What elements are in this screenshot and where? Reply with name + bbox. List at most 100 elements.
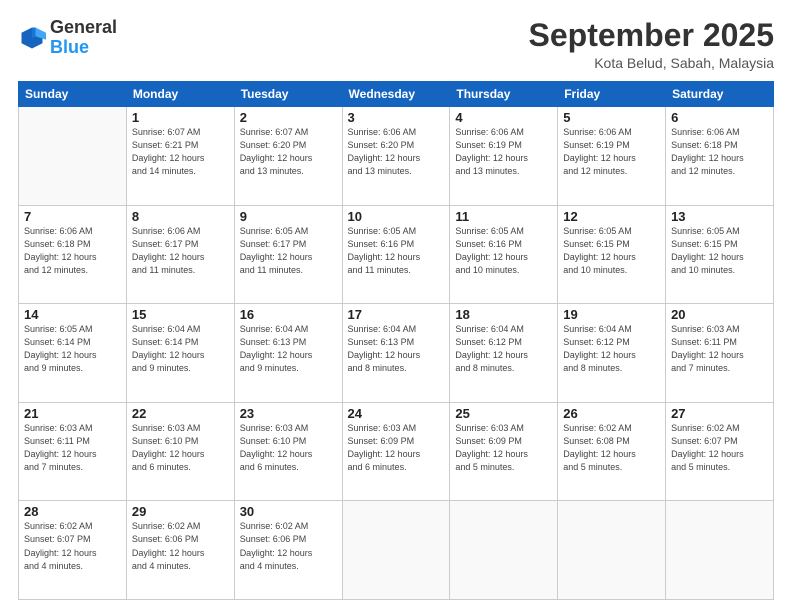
day-number: 19 xyxy=(563,307,660,322)
col-monday: Monday xyxy=(126,82,234,107)
day-info: Sunrise: 6:06 AM Sunset: 6:18 PM Dayligh… xyxy=(671,126,768,178)
logo: General Blue xyxy=(18,18,117,58)
calendar-week-4: 21Sunrise: 6:03 AM Sunset: 6:11 PM Dayli… xyxy=(19,402,774,501)
calendar-cell: 21Sunrise: 6:03 AM Sunset: 6:11 PM Dayli… xyxy=(19,402,127,501)
calendar-cell: 8Sunrise: 6:06 AM Sunset: 6:17 PM Daylig… xyxy=(126,205,234,304)
day-info: Sunrise: 6:03 AM Sunset: 6:11 PM Dayligh… xyxy=(671,323,768,375)
day-info: Sunrise: 6:05 AM Sunset: 6:14 PM Dayligh… xyxy=(24,323,121,375)
col-thursday: Thursday xyxy=(450,82,558,107)
day-number: 9 xyxy=(240,209,337,224)
page: General Blue September 2025 Kota Belud, … xyxy=(0,0,792,612)
header: General Blue September 2025 Kota Belud, … xyxy=(18,18,774,71)
day-info: Sunrise: 6:02 AM Sunset: 6:07 PM Dayligh… xyxy=(24,520,121,572)
day-info: Sunrise: 6:02 AM Sunset: 6:08 PM Dayligh… xyxy=(563,422,660,474)
day-number: 25 xyxy=(455,406,552,421)
calendar-cell xyxy=(666,501,774,600)
calendar-table: Sunday Monday Tuesday Wednesday Thursday… xyxy=(18,81,774,600)
calendar-cell: 16Sunrise: 6:04 AM Sunset: 6:13 PM Dayli… xyxy=(234,304,342,403)
day-info: Sunrise: 6:02 AM Sunset: 6:06 PM Dayligh… xyxy=(132,520,229,572)
day-number: 2 xyxy=(240,110,337,125)
day-info: Sunrise: 6:06 AM Sunset: 6:18 PM Dayligh… xyxy=(24,225,121,277)
calendar-cell: 26Sunrise: 6:02 AM Sunset: 6:08 PM Dayli… xyxy=(558,402,666,501)
day-number: 28 xyxy=(24,504,121,519)
day-number: 7 xyxy=(24,209,121,224)
day-number: 30 xyxy=(240,504,337,519)
day-number: 22 xyxy=(132,406,229,421)
calendar-cell: 22Sunrise: 6:03 AM Sunset: 6:10 PM Dayli… xyxy=(126,402,234,501)
title-block: September 2025 Kota Belud, Sabah, Malays… xyxy=(529,18,774,71)
day-number: 17 xyxy=(348,307,445,322)
day-number: 18 xyxy=(455,307,552,322)
day-info: Sunrise: 6:04 AM Sunset: 6:14 PM Dayligh… xyxy=(132,323,229,375)
day-info: Sunrise: 6:03 AM Sunset: 6:10 PM Dayligh… xyxy=(240,422,337,474)
logo-text: General Blue xyxy=(50,18,117,58)
day-number: 15 xyxy=(132,307,229,322)
day-number: 8 xyxy=(132,209,229,224)
day-number: 29 xyxy=(132,504,229,519)
day-number: 13 xyxy=(671,209,768,224)
day-info: Sunrise: 6:06 AM Sunset: 6:20 PM Dayligh… xyxy=(348,126,445,178)
calendar-week-2: 7Sunrise: 6:06 AM Sunset: 6:18 PM Daylig… xyxy=(19,205,774,304)
col-tuesday: Tuesday xyxy=(234,82,342,107)
calendar-cell xyxy=(450,501,558,600)
calendar-cell: 25Sunrise: 6:03 AM Sunset: 6:09 PM Dayli… xyxy=(450,402,558,501)
logo-general-text: General xyxy=(50,17,117,37)
calendar-cell: 17Sunrise: 6:04 AM Sunset: 6:13 PM Dayli… xyxy=(342,304,450,403)
day-info: Sunrise: 6:03 AM Sunset: 6:11 PM Dayligh… xyxy=(24,422,121,474)
calendar-cell: 6Sunrise: 6:06 AM Sunset: 6:18 PM Daylig… xyxy=(666,107,774,206)
calendar-cell: 20Sunrise: 6:03 AM Sunset: 6:11 PM Dayli… xyxy=(666,304,774,403)
calendar-cell xyxy=(19,107,127,206)
day-number: 27 xyxy=(671,406,768,421)
day-number: 14 xyxy=(24,307,121,322)
calendar-cell: 1Sunrise: 6:07 AM Sunset: 6:21 PM Daylig… xyxy=(126,107,234,206)
calendar-cell: 5Sunrise: 6:06 AM Sunset: 6:19 PM Daylig… xyxy=(558,107,666,206)
day-number: 10 xyxy=(348,209,445,224)
day-info: Sunrise: 6:06 AM Sunset: 6:19 PM Dayligh… xyxy=(563,126,660,178)
day-number: 24 xyxy=(348,406,445,421)
calendar-cell: 24Sunrise: 6:03 AM Sunset: 6:09 PM Dayli… xyxy=(342,402,450,501)
calendar-cell: 9Sunrise: 6:05 AM Sunset: 6:17 PM Daylig… xyxy=(234,205,342,304)
day-info: Sunrise: 6:04 AM Sunset: 6:12 PM Dayligh… xyxy=(563,323,660,375)
day-number: 21 xyxy=(24,406,121,421)
col-friday: Friday xyxy=(558,82,666,107)
day-number: 1 xyxy=(132,110,229,125)
calendar-cell: 19Sunrise: 6:04 AM Sunset: 6:12 PM Dayli… xyxy=(558,304,666,403)
calendar-cell: 4Sunrise: 6:06 AM Sunset: 6:19 PM Daylig… xyxy=(450,107,558,206)
calendar-cell: 18Sunrise: 6:04 AM Sunset: 6:12 PM Dayli… xyxy=(450,304,558,403)
calendar-cell xyxy=(342,501,450,600)
day-number: 4 xyxy=(455,110,552,125)
day-info: Sunrise: 6:05 AM Sunset: 6:15 PM Dayligh… xyxy=(671,225,768,277)
col-sunday: Sunday xyxy=(19,82,127,107)
calendar-cell: 11Sunrise: 6:05 AM Sunset: 6:16 PM Dayli… xyxy=(450,205,558,304)
calendar-cell: 14Sunrise: 6:05 AM Sunset: 6:14 PM Dayli… xyxy=(19,304,127,403)
calendar-cell: 10Sunrise: 6:05 AM Sunset: 6:16 PM Dayli… xyxy=(342,205,450,304)
col-wednesday: Wednesday xyxy=(342,82,450,107)
day-info: Sunrise: 6:03 AM Sunset: 6:09 PM Dayligh… xyxy=(348,422,445,474)
col-saturday: Saturday xyxy=(666,82,774,107)
calendar-cell: 15Sunrise: 6:04 AM Sunset: 6:14 PM Dayli… xyxy=(126,304,234,403)
day-info: Sunrise: 6:07 AM Sunset: 6:20 PM Dayligh… xyxy=(240,126,337,178)
calendar-cell: 23Sunrise: 6:03 AM Sunset: 6:10 PM Dayli… xyxy=(234,402,342,501)
day-info: Sunrise: 6:02 AM Sunset: 6:07 PM Dayligh… xyxy=(671,422,768,474)
calendar-week-1: 1Sunrise: 6:07 AM Sunset: 6:21 PM Daylig… xyxy=(19,107,774,206)
day-number: 20 xyxy=(671,307,768,322)
day-info: Sunrise: 6:05 AM Sunset: 6:17 PM Dayligh… xyxy=(240,225,337,277)
calendar-cell xyxy=(558,501,666,600)
calendar-week-3: 14Sunrise: 6:05 AM Sunset: 6:14 PM Dayli… xyxy=(19,304,774,403)
calendar-cell: 7Sunrise: 6:06 AM Sunset: 6:18 PM Daylig… xyxy=(19,205,127,304)
day-info: Sunrise: 6:05 AM Sunset: 6:15 PM Dayligh… xyxy=(563,225,660,277)
calendar-cell: 3Sunrise: 6:06 AM Sunset: 6:20 PM Daylig… xyxy=(342,107,450,206)
day-number: 26 xyxy=(563,406,660,421)
calendar-cell: 27Sunrise: 6:02 AM Sunset: 6:07 PM Dayli… xyxy=(666,402,774,501)
calendar-cell: 30Sunrise: 6:02 AM Sunset: 6:06 PM Dayli… xyxy=(234,501,342,600)
calendar-cell: 12Sunrise: 6:05 AM Sunset: 6:15 PM Dayli… xyxy=(558,205,666,304)
day-info: Sunrise: 6:04 AM Sunset: 6:12 PM Dayligh… xyxy=(455,323,552,375)
calendar-cell: 13Sunrise: 6:05 AM Sunset: 6:15 PM Dayli… xyxy=(666,205,774,304)
day-info: Sunrise: 6:04 AM Sunset: 6:13 PM Dayligh… xyxy=(348,323,445,375)
day-info: Sunrise: 6:05 AM Sunset: 6:16 PM Dayligh… xyxy=(348,225,445,277)
calendar-header-row: Sunday Monday Tuesday Wednesday Thursday… xyxy=(19,82,774,107)
logo-icon xyxy=(18,24,46,52)
day-info: Sunrise: 6:04 AM Sunset: 6:13 PM Dayligh… xyxy=(240,323,337,375)
day-info: Sunrise: 6:03 AM Sunset: 6:09 PM Dayligh… xyxy=(455,422,552,474)
day-info: Sunrise: 6:06 AM Sunset: 6:19 PM Dayligh… xyxy=(455,126,552,178)
